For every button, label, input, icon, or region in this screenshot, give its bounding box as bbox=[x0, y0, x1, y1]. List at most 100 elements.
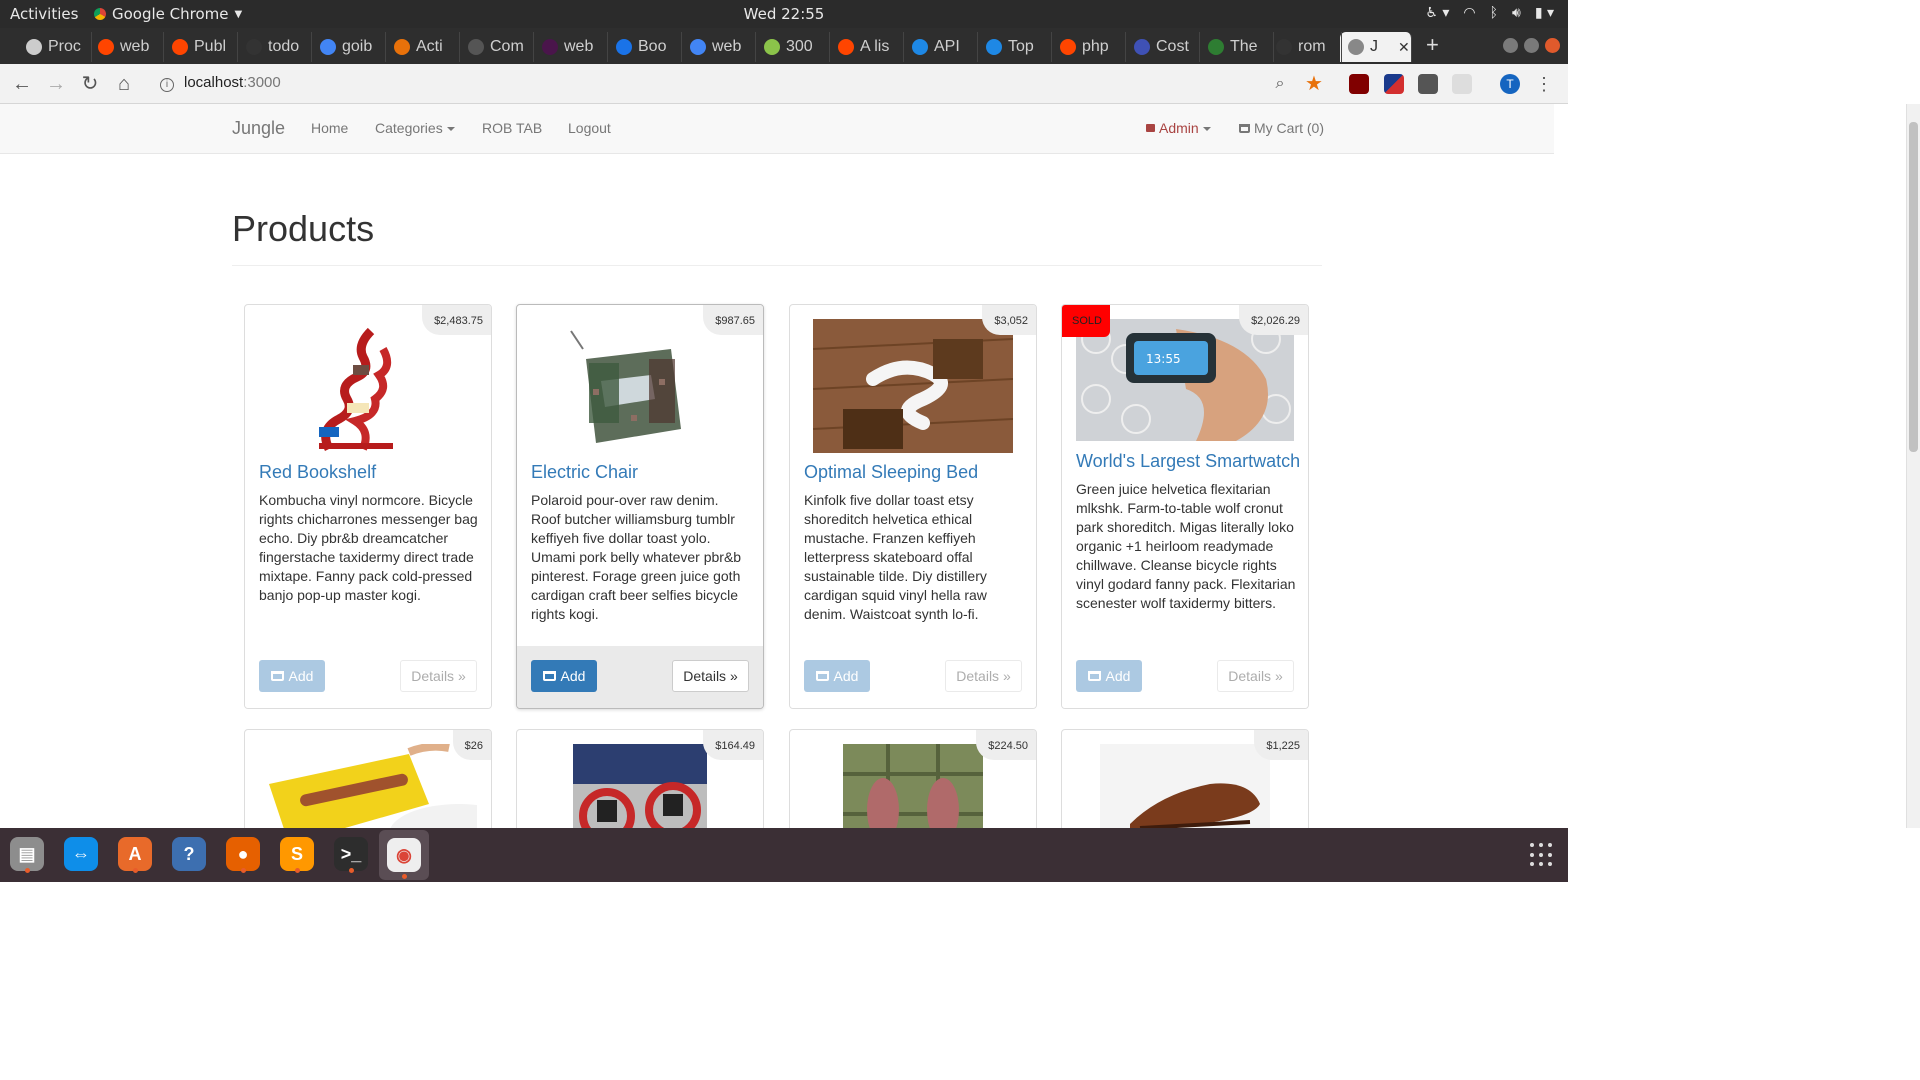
nav-rob-tab[interactable]: ROB TAB bbox=[482, 120, 542, 136]
nav-admin-label: Admin bbox=[1159, 120, 1199, 136]
app-menu[interactable]: Google Chrome ▼ bbox=[94, 5, 242, 23]
back-button[interactable]: ← bbox=[10, 72, 34, 96]
nav-cart[interactable]: My Cart (0) bbox=[1239, 120, 1324, 136]
chrome-icon[interactable]: ◉ bbox=[379, 830, 429, 880]
price-badge: $2,026.29 bbox=[1239, 305, 1308, 335]
ublock-icon[interactable] bbox=[1349, 74, 1369, 94]
tab[interactable]: Top bbox=[978, 32, 1052, 62]
tab[interactable]: API bbox=[904, 32, 978, 62]
activities-button[interactable]: Activities bbox=[10, 5, 78, 23]
terminal-icon[interactable]: >_ bbox=[331, 834, 371, 874]
price-badge: $2,483.75 bbox=[422, 305, 491, 335]
tab[interactable]: web bbox=[90, 32, 164, 62]
reddit-icon bbox=[172, 39, 188, 55]
price-badge: $26 bbox=[452, 730, 491, 760]
profile-avatar[interactable]: T bbox=[1500, 74, 1520, 94]
extension-icon[interactable] bbox=[1384, 74, 1404, 94]
sublime-text-icon-glyph: S bbox=[280, 837, 314, 871]
firefox-icon[interactable]: ● bbox=[223, 834, 263, 874]
home-button[interactable]: ⌂ bbox=[112, 72, 136, 96]
teamviewer-icon[interactable]: ⇔ bbox=[61, 834, 101, 874]
accessibility-icon[interactable]: ♿ ▾ bbox=[1425, 5, 1449, 21]
product-name-link[interactable]: Red Bookshelf bbox=[259, 462, 376, 483]
product-image[interactable] bbox=[531, 319, 749, 458]
battery-icon[interactable]: ▮ ▾ bbox=[1535, 5, 1554, 21]
close-window-button[interactable] bbox=[1545, 38, 1560, 53]
zoom-icon[interactable]: ⌕ bbox=[1268, 72, 1292, 96]
tab[interactable]: web bbox=[534, 32, 608, 62]
url-port: :3000 bbox=[243, 74, 281, 91]
details-button[interactable]: Details » bbox=[400, 660, 477, 692]
product-name-link[interactable]: Optimal Sleeping Bed bbox=[804, 462, 978, 483]
tab[interactable]: Boo bbox=[608, 32, 682, 62]
google-icon bbox=[690, 39, 706, 55]
nav-logout[interactable]: Logout bbox=[568, 120, 611, 136]
chrome-menu-icon[interactable]: ⋮ bbox=[1532, 72, 1556, 96]
show-applications-icon[interactable] bbox=[1530, 843, 1554, 867]
tab[interactable]: todo bbox=[238, 32, 312, 62]
product-image[interactable]: 13:55 bbox=[1076, 319, 1294, 446]
add-to-cart-button[interactable]: Add bbox=[259, 660, 325, 692]
chevron-down-icon: ▼ bbox=[234, 8, 243, 20]
nav-admin[interactable]: Admin bbox=[1146, 120, 1211, 136]
bookmark-star-icon[interactable]: ★ bbox=[1302, 72, 1326, 96]
details-button[interactable]: Details » bbox=[672, 660, 749, 692]
page-scrollbar[interactable] bbox=[1906, 104, 1920, 828]
add-to-cart-button[interactable]: Add bbox=[804, 660, 870, 692]
tab[interactable]: rom bbox=[1268, 32, 1342, 62]
tab[interactable]: goib bbox=[312, 32, 386, 62]
minimize-button[interactable] bbox=[1503, 38, 1518, 53]
nav-home[interactable]: Home bbox=[311, 120, 348, 136]
cart-icon bbox=[1087, 671, 1101, 681]
tab[interactable]: web bbox=[682, 32, 756, 62]
caret-down-icon bbox=[1202, 127, 1211, 132]
add-to-cart-button[interactable]: Add bbox=[1076, 660, 1142, 692]
url-host: localhost bbox=[184, 74, 244, 91]
tab[interactable]: Acti bbox=[386, 32, 460, 62]
help-icon[interactable]: ? bbox=[169, 834, 209, 874]
files-icon[interactable]: ▤ bbox=[7, 834, 47, 874]
tab[interactable]: Proc bbox=[18, 32, 92, 62]
forward-button[interactable]: → bbox=[44, 72, 68, 96]
sublime-text-icon[interactable]: S bbox=[277, 834, 317, 874]
product-name-link[interactable]: Electric Chair bbox=[531, 462, 638, 483]
tab[interactable]: A lis bbox=[830, 32, 904, 62]
bluetooth-icon[interactable]: ᛒ bbox=[1490, 5, 1498, 21]
product-image[interactable] bbox=[259, 742, 491, 828]
product-description: Polaroid pour-over raw denim. Roof butch… bbox=[531, 492, 742, 622]
new-tab-button[interactable]: + bbox=[1426, 32, 1448, 60]
tab[interactable]: The bbox=[1200, 32, 1274, 62]
volume-icon[interactable]: 🔊︎ bbox=[1512, 5, 1521, 21]
maximize-button[interactable] bbox=[1524, 38, 1539, 53]
close-tab-icon[interactable]: ✕ bbox=[1398, 39, 1410, 56]
tab-label: 300 bbox=[786, 38, 813, 55]
tab[interactable]: Publ bbox=[164, 32, 238, 62]
running-indicator bbox=[241, 868, 246, 873]
page-viewport: Jungle Home Categories ROB TAB Logout Ad… bbox=[0, 104, 1568, 828]
tab[interactable]: 300 bbox=[756, 32, 830, 62]
pocket-icon[interactable] bbox=[1418, 74, 1438, 94]
system-tray[interactable]: ♿ ▾ ◠ ᛒ 🔊︎ ▮ ▾ bbox=[1425, 5, 1554, 21]
site-info-icon[interactable]: i bbox=[160, 78, 174, 92]
nav-categories[interactable]: Categories bbox=[375, 120, 455, 136]
tab[interactable]: php bbox=[1052, 32, 1126, 62]
extension-icon[interactable] bbox=[1452, 74, 1472, 94]
details-button[interactable]: Details » bbox=[1217, 660, 1294, 692]
reddit-icon bbox=[1060, 39, 1076, 55]
site-brand[interactable]: Jungle bbox=[232, 118, 285, 139]
add-to-cart-button[interactable]: Add bbox=[531, 660, 597, 692]
reload-button[interactable]: ↻ bbox=[78, 72, 102, 96]
product-name-link[interactable]: World's Largest Smartwatch bbox=[1076, 451, 1300, 472]
product-image[interactable] bbox=[804, 319, 1022, 458]
software-store-icon[interactable]: A bbox=[115, 834, 155, 874]
product-image[interactable] bbox=[259, 319, 477, 458]
wifi-icon[interactable]: ◠ bbox=[1463, 5, 1475, 21]
address-bar[interactable]: i localhost:3000 bbox=[160, 74, 281, 92]
tab-label: Cost bbox=[1156, 38, 1189, 55]
scrollbar-thumb[interactable] bbox=[1909, 122, 1918, 452]
tab[interactable]: Com bbox=[460, 32, 534, 62]
tab[interactable]: Cost bbox=[1126, 32, 1200, 62]
details-button[interactable]: Details » bbox=[945, 660, 1022, 692]
tab[interactable]: J ✕ bbox=[1340, 32, 1412, 62]
chrome-icon-glyph: ◉ bbox=[387, 838, 421, 872]
